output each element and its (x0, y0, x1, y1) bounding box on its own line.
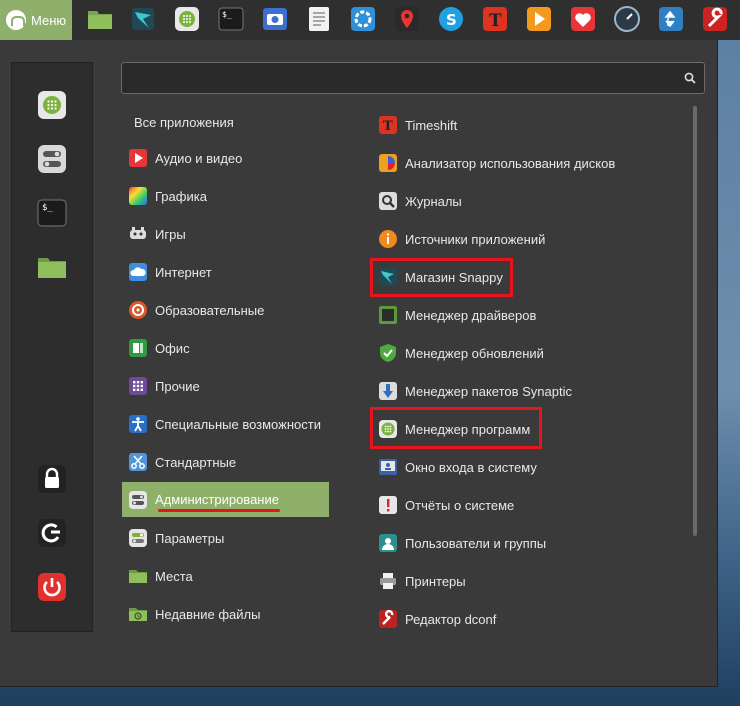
top-panel: Меню $_ S T (0, 0, 740, 40)
user-icon (378, 533, 398, 553)
category-audio-video[interactable]: Аудио и видео (128, 143, 328, 173)
education-icon (128, 300, 148, 320)
folder-icon[interactable] (85, 4, 115, 34)
app-printers[interactable]: Принтеры (378, 566, 698, 596)
mint-logo-icon (6, 10, 26, 30)
logout-icon[interactable] (36, 517, 68, 549)
scissors-icon (128, 452, 148, 472)
category-recent-files[interactable]: Недавние файлы (128, 599, 328, 629)
search-icon[interactable] (684, 72, 696, 84)
office-icon (128, 338, 148, 358)
timeshift-gauge-icon[interactable] (612, 4, 642, 34)
category-other[interactable]: Прочие (128, 371, 328, 401)
app-dconf-editor[interactable]: Редактор dconf (378, 604, 698, 634)
search-input[interactable] (128, 67, 682, 91)
software-manager-icon[interactable] (172, 4, 202, 34)
app-disk-usage-analyzer[interactable]: Анализатор использования дисков (378, 148, 698, 178)
snap-store-icon[interactable] (128, 4, 158, 34)
all-applications-category[interactable]: Все приложения (134, 115, 234, 130)
wrench-icon[interactable] (700, 4, 730, 34)
app-system-reports[interactable]: Отчёты о системе (378, 490, 698, 520)
category-games[interactable]: Игры (128, 219, 328, 249)
svg-text:S: S (446, 11, 457, 29)
printer-icon (378, 571, 398, 591)
app-login-window[interactable]: Окно входа в систему (378, 452, 698, 482)
skype-icon[interactable]: S (436, 4, 466, 34)
text-editor-icon[interactable] (304, 4, 334, 34)
location-pin-icon[interactable] (392, 4, 422, 34)
app-update-manager[interactable]: Менеджер обновлений (378, 338, 698, 368)
camera-icon[interactable] (260, 4, 290, 34)
category-accessibility[interactable]: Специальные возможности (128, 409, 328, 439)
app-synaptic[interactable]: Менеджер пакетов Synaptic (378, 376, 698, 406)
search-box (121, 62, 705, 94)
settings-flower-icon[interactable] (348, 4, 378, 34)
play-icon (128, 148, 148, 168)
warning-icon (378, 495, 398, 515)
disk-usage-icon (378, 153, 398, 173)
settings-toggle-icon (128, 528, 148, 548)
terminal-icon[interactable]: $_ (36, 197, 68, 229)
annotation-box-software-manager (370, 407, 542, 449)
app-software-sources[interactable]: Источники приложений (378, 224, 698, 254)
accessibility-icon (128, 414, 148, 434)
software-manager-icon[interactable] (36, 89, 68, 121)
svg-text:$_: $_ (222, 10, 232, 19)
app-timeshift[interactable]: T Timeshift (378, 110, 698, 140)
folder-icon[interactable] (36, 251, 68, 283)
svg-text:T: T (383, 119, 393, 134)
admin-toggle-icon (128, 490, 148, 510)
media-player-icon[interactable] (524, 4, 554, 34)
heart-icon[interactable] (568, 4, 598, 34)
category-graphics[interactable]: Графика (128, 181, 328, 211)
recent-folder-icon (128, 604, 148, 624)
annotation-underline (158, 509, 280, 512)
shield-icon (378, 343, 398, 363)
folder-icon (128, 566, 148, 586)
svg-text:T: T (489, 11, 502, 31)
sources-info-icon (378, 229, 398, 249)
cloud-icon (128, 262, 148, 282)
driver-chip-icon (378, 305, 398, 325)
lock-icon[interactable] (36, 463, 68, 495)
app-driver-manager[interactable]: Менеджер драйверов (378, 300, 698, 330)
magnifier-icon (378, 191, 398, 211)
menu-button-label: Меню (31, 12, 67, 28)
updown-icon[interactable] (656, 4, 686, 34)
favorites-sidebar: $_ (11, 62, 93, 632)
app-logs[interactable]: Журналы (378, 186, 698, 216)
menu-button[interactable]: Меню (0, 0, 72, 40)
category-education[interactable]: Образовательные (128, 295, 328, 325)
typora-icon[interactable]: T (480, 4, 510, 34)
svg-text:$_: $_ (42, 203, 53, 213)
category-office[interactable]: Офис (128, 333, 328, 363)
annotation-box-snap-store (370, 258, 513, 297)
login-window-icon (378, 457, 398, 477)
settings-toggle-icon[interactable] (36, 143, 68, 175)
category-internet[interactable]: Интернет (128, 257, 328, 287)
terminal-icon[interactable]: $_ (216, 4, 246, 34)
graphics-icon (128, 186, 148, 206)
category-accessories[interactable]: Стандартные (128, 447, 328, 477)
app-users-groups[interactable]: Пользователи и группы (378, 528, 698, 558)
power-icon[interactable] (36, 571, 68, 603)
gamepad-icon (128, 224, 148, 244)
download-arrow-icon (378, 381, 398, 401)
grid-icon (128, 376, 148, 396)
category-preferences[interactable]: Параметры (128, 523, 328, 553)
dconf-icon (378, 609, 398, 629)
category-places[interactable]: Места (128, 561, 328, 591)
timeshift-icon: T (378, 115, 398, 135)
